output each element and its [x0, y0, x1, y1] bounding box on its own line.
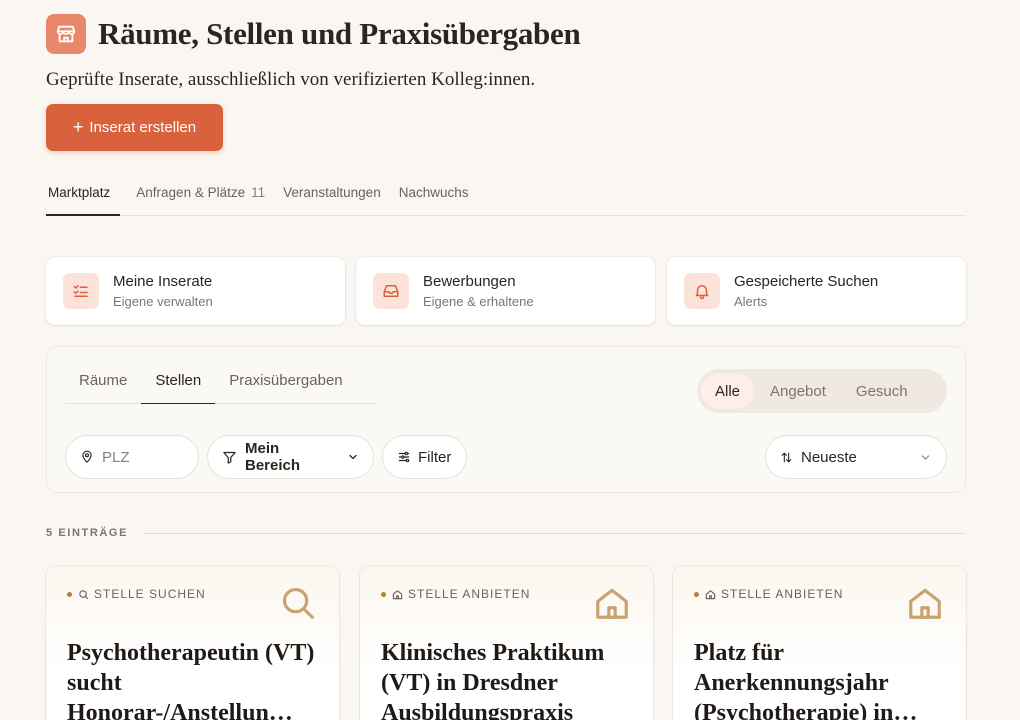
funnel-icon [222, 450, 237, 465]
tag-dot [694, 591, 699, 597]
page-subtitle: Geprüfte Inserate, ausschließlich von ve… [46, 69, 536, 90]
location-pin-icon [80, 450, 94, 464]
entries-count: 5 EINTRÄGE [46, 527, 129, 539]
storefront-icon [46, 14, 86, 54]
sort-label: Neueste [801, 448, 857, 466]
category-tabs: Räume Stellen Praxisübergaben [65, 364, 377, 404]
chevron-down-icon [919, 451, 932, 464]
listing-title: Klinisches Praktikum (VT) in Dresdner Au… [381, 640, 605, 720]
quick-card-title: Bewerbungen [423, 273, 516, 290]
quick-card-subtitle: Alerts [734, 294, 768, 309]
quick-card-title: Gespeicherte Suchen [734, 273, 879, 290]
entries-header: 5 EINTRÄGE [46, 526, 966, 540]
tab-label: Marktplatz [48, 185, 111, 200]
plz-input[interactable]: PLZ [65, 435, 199, 479]
quick-card-saved-searches[interactable]: Gespeicherte Suchen Alerts [667, 257, 966, 325]
quick-card-subtitle: Eigene verwalten [113, 294, 213, 309]
inbox-icon [373, 273, 409, 309]
segment-angebot[interactable]: Angebot [756, 373, 840, 409]
listing-tag: STELLE ANBIETEN [381, 587, 530, 601]
segment-alle[interactable]: Alle [701, 373, 755, 409]
filter-label: Filter [418, 448, 452, 466]
area-label: Mein Bereich [245, 440, 301, 474]
tab-praxisuebergaben[interactable]: Praxisübergaben [215, 364, 356, 404]
tab-nachwuchs[interactable]: Nachwuchs [399, 176, 479, 216]
create-listing-button[interactable]: + Inserat erstellen [46, 104, 223, 151]
tag-dot [67, 591, 72, 597]
checklist-icon [63, 273, 99, 309]
quick-card-title: Meine Inserate [113, 273, 213, 290]
filter-button[interactable]: Filter [382, 435, 467, 479]
listing-title: Psychotherapeutin (VT) sucht Honorar-/An… [67, 640, 315, 720]
plz-placeholder: PLZ [102, 448, 130, 466]
area-dropdown[interactable]: Mein Bereich [207, 435, 374, 479]
bell-icon [684, 273, 720, 309]
listing-card[interactable]: STELLE SUCHEN Psychotherapeutin (VT) suc… [46, 566, 339, 720]
segment-gesuch[interactable]: Gesuch [842, 373, 922, 409]
sort-arrows-icon [780, 451, 793, 464]
tab-label: Veranstaltungen [283, 185, 381, 200]
tab-raeume[interactable]: Räume [65, 364, 141, 404]
main-tabs: Marktplatz Anfragen & Plätze 11 Veransta… [46, 176, 966, 216]
chevron-down-icon [347, 451, 359, 463]
tab-stellen[interactable]: Stellen [141, 364, 216, 404]
listing-tag: STELLE ANBIETEN [694, 587, 843, 601]
divider [144, 532, 966, 534]
listing-tag: STELLE SUCHEN [67, 587, 206, 601]
listing-tag-label: STELLE ANBIETEN [408, 587, 531, 601]
filter-panel: Räume Stellen Praxisübergaben Alle Angeb… [46, 346, 966, 493]
tab-label: Nachwuchs [398, 185, 469, 200]
tab-veranstaltungen[interactable]: Veranstaltungen [283, 176, 391, 216]
search-icon [78, 589, 89, 600]
sliders-icon [397, 450, 411, 464]
create-listing-label: Inserat erstellen [89, 119, 197, 136]
home-icon [392, 589, 403, 600]
tab-count-badge: 11 [251, 185, 266, 200]
home-icon [705, 589, 716, 600]
plus-icon: + [72, 116, 84, 137]
search-icon [279, 584, 317, 627]
tab-label: Anfragen & Plätze [136, 185, 246, 200]
tab-marktplatz[interactable]: Marktplatz [46, 176, 121, 216]
offer-type-segment: Alle Angebot Gesuch [697, 369, 947, 413]
listing-card[interactable]: STELLE ANBIETEN Platz für Anerkennungsja… [673, 566, 966, 720]
quick-card-applications[interactable]: Bewerbungen Eigene & erhaltene [356, 257, 655, 325]
quick-card-my-listings[interactable]: Meine Inserate Eigene verwalten [46, 257, 345, 325]
quick-card-subtitle: Eigene & erhaltene [423, 294, 534, 309]
listing-card[interactable]: STELLE ANBIETEN Klinisches Praktikum (VT… [360, 566, 653, 720]
tab-anfragen[interactable]: Anfragen & Plätze 11 [136, 176, 275, 216]
listing-tag-label: STELLE SUCHEN [94, 587, 206, 601]
home-icon [593, 584, 631, 627]
tag-dot [381, 591, 386, 597]
home-icon [906, 584, 944, 627]
listing-title: Platz für Anerkennungsjahr (Psychotherap… [694, 640, 918, 720]
listing-tag-label: STELLE ANBIETEN [721, 587, 844, 601]
page-title: Räume, Stellen und Praxisübergaben [98, 16, 581, 51]
sort-dropdown[interactable]: Neueste [765, 435, 947, 479]
